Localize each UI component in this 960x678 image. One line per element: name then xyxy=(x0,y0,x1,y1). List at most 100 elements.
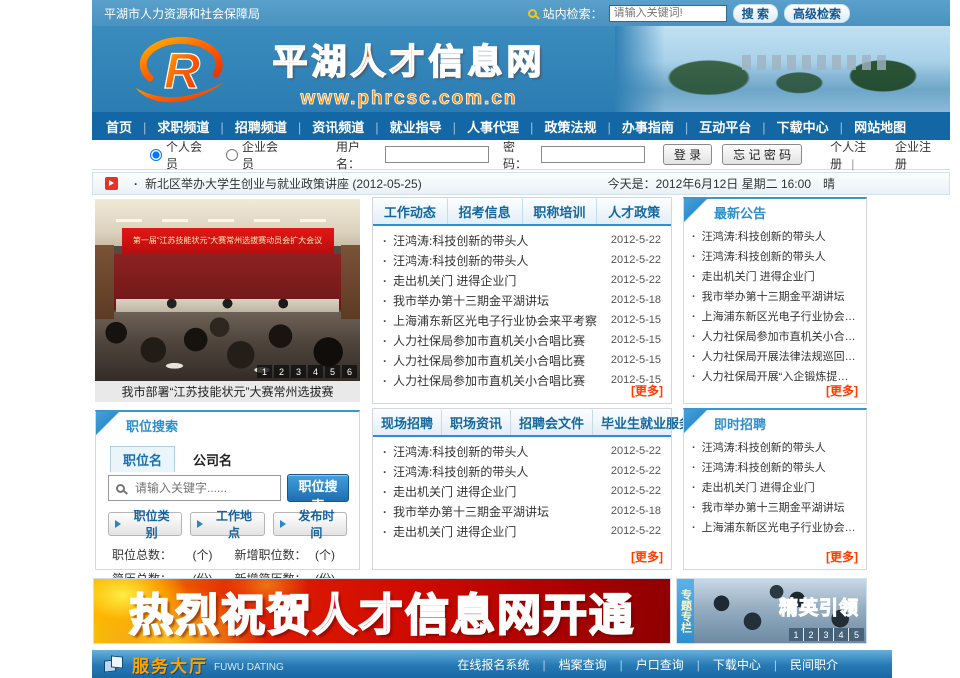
site-search-button[interactable]: 搜 索 xyxy=(733,4,778,23)
tab[interactable]: 现场招聘 xyxy=(373,409,442,435)
news-item[interactable]: 走出机关门 进得企业门 2012-5-22 xyxy=(373,481,671,501)
personal-member-radio[interactable] xyxy=(150,149,162,161)
site-search-input[interactable] xyxy=(609,5,727,22)
slider-page-button[interactable]: 2 xyxy=(274,365,289,378)
tab[interactable]: 人才政策 xyxy=(597,198,671,224)
news-item[interactable]: 我市举办第十三期金平湖讲坛 2012-5-18 xyxy=(373,290,671,310)
recruit-news-tabs: 现场招聘职场资讯招聘会文件毕业生就业服务 xyxy=(373,409,671,437)
news-date: 2012-5-22 xyxy=(611,274,661,286)
news-item[interactable]: 人力社保局参加市直机关小合唱比赛 2012-5-15 xyxy=(373,370,671,390)
tab[interactable]: 工作动态 xyxy=(373,198,448,224)
tab-position-name[interactable]: 职位名 xyxy=(110,446,175,472)
instant-recruit-list: 汪鸿涛:科技创新的带头人 汪鸿涛:科技创新的带头人 走出机关门 进得企业门 我市… xyxy=(684,437,866,537)
recruit-item[interactable]: 我市举办第十三期金平湖讲坛 xyxy=(684,497,866,517)
side-banner[interactable]: 专题专栏 精英引领 12345 xyxy=(676,578,867,644)
news-item[interactable]: 汪鸿涛:科技创新的带头人 2012-5-22 xyxy=(373,441,671,461)
banner-page-button[interactable]: 5 xyxy=(849,628,864,641)
nav-item[interactable]: 办事指南 xyxy=(622,117,699,136)
company-member-radio[interactable] xyxy=(226,149,238,161)
news-item[interactable]: 上海浦东新区光电子行业协会来平考察 2012-5-15 xyxy=(373,310,671,330)
job-search-button[interactable]: 职位搜索 xyxy=(287,474,349,502)
news-item[interactable]: 走出机关门 进得企业门 2012-5-22 xyxy=(373,270,671,290)
more-link[interactable]: [更多] xyxy=(631,382,663,399)
org-name: 平湖市人力资源和社会保障局 xyxy=(104,5,260,22)
filter-button[interactable]: 工作地点 xyxy=(190,512,264,536)
footer-link[interactable]: 档案查询 xyxy=(559,656,636,673)
slider-page-button[interactable]: 5 xyxy=(325,365,340,378)
footer-link[interactable]: 户口查询 xyxy=(636,656,713,673)
register-personal-link[interactable]: 个人注册 xyxy=(830,138,895,172)
nav-item[interactable]: 政策法规 xyxy=(544,117,621,136)
site-url: www.phrcsc.com.cn xyxy=(244,88,574,110)
keyword-input-wrap xyxy=(108,475,281,501)
username-input[interactable] xyxy=(385,146,489,163)
nav-item[interactable]: 下载中心 xyxy=(777,117,854,136)
slider-page-button[interactable]: 4 xyxy=(308,365,323,378)
announcement-item[interactable]: 我市举办第十三期金平湖讲坛 xyxy=(684,286,866,306)
tab[interactable]: 职称培训 xyxy=(523,198,598,224)
nav-item[interactable]: 求职频道 xyxy=(157,117,234,136)
nav-item[interactable]: 互动平台 xyxy=(699,117,776,136)
announcement-item[interactable]: 汪鸿涛:科技创新的带头人 xyxy=(684,246,866,266)
news-date: 2012-5-22 xyxy=(611,485,661,497)
more-link[interactable]: [更多] xyxy=(631,548,663,565)
announcement-item[interactable]: 汪鸿涛:科技创新的带头人 xyxy=(684,226,866,246)
instant-recruit-panel: 即时招聘 汪鸿涛:科技创新的带头人 汪鸿涛:科技创新的带头人 走出机关门 进得企… xyxy=(683,408,867,570)
conference-photo[interactable]: 第一届“江苏技能状元”大赛常州选拔赛动员会扩大会议 123456 xyxy=(95,199,360,381)
tab-company-name[interactable]: 公司名 xyxy=(181,447,244,472)
member-type-company[interactable]: 企业会员 xyxy=(226,138,286,172)
tab[interactable]: 招考信息 xyxy=(448,198,523,224)
nav-item[interactable]: 资讯频道 xyxy=(312,117,389,136)
banner-page-button[interactable]: 1 xyxy=(789,628,804,641)
more-link[interactable]: [更多] xyxy=(826,382,858,399)
advanced-search-button[interactable]: 高级检索 xyxy=(784,4,850,23)
filter-button[interactable]: 发布时间 xyxy=(273,512,347,536)
photo-caption[interactable]: 我市部署“江苏技能状元”大赛常州选拔赛 xyxy=(95,381,360,402)
recruit-item[interactable]: 汪鸿涛:科技创新的带头人 xyxy=(684,457,866,477)
tab[interactable]: 职场资讯 xyxy=(442,409,511,435)
footer-link[interactable]: 在线报名系统 xyxy=(457,656,558,673)
password-input[interactable] xyxy=(541,146,645,163)
slider-page-button[interactable]: 3 xyxy=(291,365,306,378)
more-link[interactable]: [更多] xyxy=(826,548,858,565)
nav-item[interactable]: 就业指导 xyxy=(390,117,467,136)
nav-item[interactable]: 人事代理 xyxy=(467,117,544,136)
announcement-item[interactable]: 人力社保局参加市直机关小合唱比赛 xyxy=(684,326,866,346)
news-item[interactable]: 人力社保局参加市直机关小合唱比赛 2012-5-15 xyxy=(373,350,671,370)
nav-item[interactable]: 网站地图 xyxy=(854,117,906,136)
news-item[interactable]: 人力社保局参加市直机关小合唱比赛 2012-5-15 xyxy=(373,330,671,350)
recruit-item[interactable]: 走出机关门 进得企业门 xyxy=(684,477,866,497)
news-item[interactable]: 汪鸿涛:科技创新的带头人 2012-5-22 xyxy=(373,230,671,250)
nav-item[interactable]: 首页 xyxy=(106,117,157,136)
forgot-password-button[interactable]: 忘 记 密 码 xyxy=(722,144,802,165)
news-date: 2012-5-22 xyxy=(611,525,661,537)
ticker-headline[interactable]: 新北区举办大学生创业与就业政策讲座 (2012-05-25) xyxy=(134,175,422,192)
news-item[interactable]: 汪鸿涛:科技创新的带头人 2012-5-22 xyxy=(373,250,671,270)
banner-page-button[interactable]: 2 xyxy=(804,628,819,641)
news-item[interactable]: 走出机关门 进得企业门 2012-5-22 xyxy=(373,521,671,541)
news-item[interactable]: 我市举办第十三期金平湖讲坛 2012-5-18 xyxy=(373,501,671,521)
login-button[interactable]: 登 录 xyxy=(663,144,712,165)
slider-page-button[interactable]: 1 xyxy=(257,365,272,378)
recruit-item[interactable]: 汪鸿涛:科技创新的带头人 xyxy=(684,437,866,457)
announcement-item[interactable]: 走出机关门 进得企业门 xyxy=(684,266,866,286)
news-date: 2012-5-18 xyxy=(611,505,661,517)
news-item[interactable]: 汪鸿涛:科技创新的带头人 2012-5-22 xyxy=(373,461,671,481)
celebration-banner[interactable]: 热烈祝贺人才信息网开通 xyxy=(93,578,671,644)
keyword-input[interactable] xyxy=(133,480,273,496)
filter-button[interactable]: 职位类别 xyxy=(108,512,182,536)
register-company-link[interactable]: 企业注册 xyxy=(895,138,940,172)
nav-item[interactable]: 招聘频道 xyxy=(235,117,312,136)
member-type-personal[interactable]: 个人会员 xyxy=(150,138,210,172)
slider-page-button[interactable]: 6 xyxy=(342,365,357,378)
banner-page-button[interactable]: 4 xyxy=(834,628,849,641)
announcement-item[interactable]: 人力社保局开展法律法规巡回培训 xyxy=(684,346,866,366)
footer-link[interactable]: 下载中心 xyxy=(713,656,790,673)
tab[interactable]: 招聘会文件 xyxy=(511,409,593,435)
announcement-item[interactable]: 上海浦东新区光电子行业协会来平考 xyxy=(684,306,866,326)
photo-banner-text: 第一届“江苏技能状元”大赛常州选拔赛动员会扩大会议 xyxy=(133,235,322,246)
recruit-item[interactable]: 上海浦东新区光电子行业协会来平考 xyxy=(684,517,866,537)
footer-link[interactable]: 民间职介 xyxy=(790,656,838,673)
panel-header: 最新公告 xyxy=(684,199,866,226)
banner-page-button[interactable]: 3 xyxy=(819,628,834,641)
